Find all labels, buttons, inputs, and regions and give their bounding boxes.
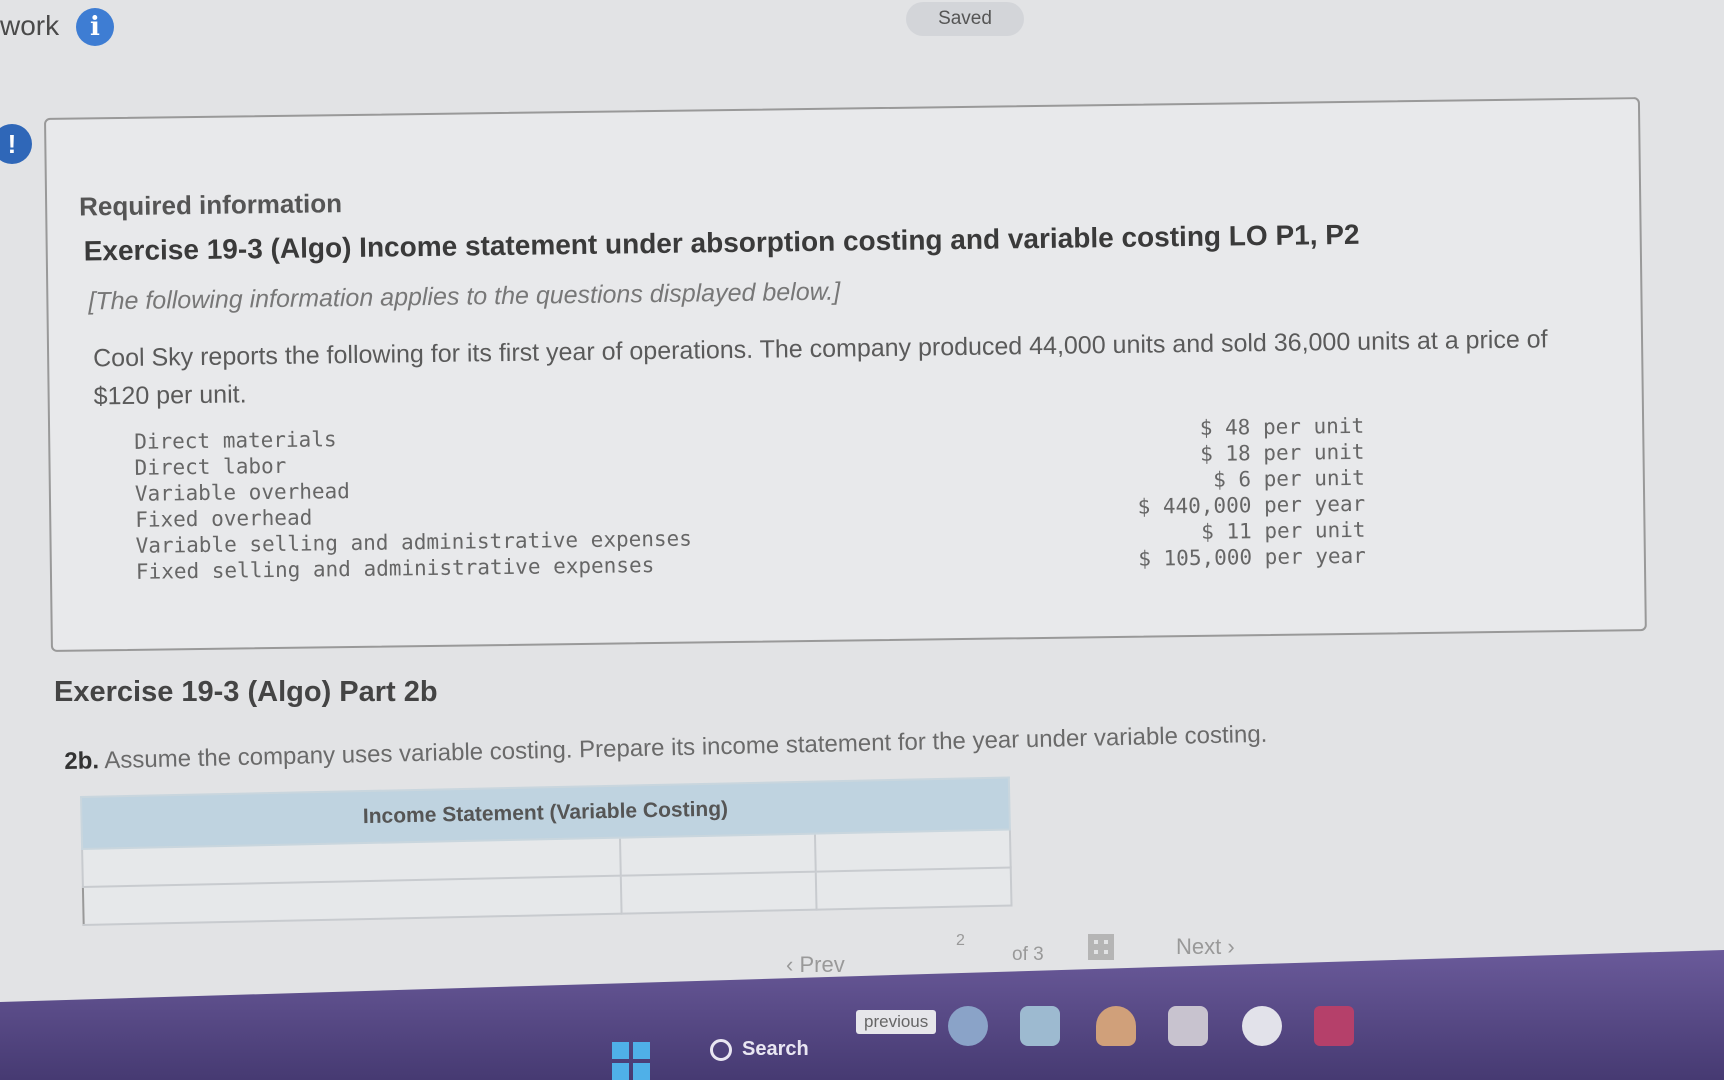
app-title: work: [0, 10, 60, 41]
part-title: Exercise 19-3 (Algo) Part 2b: [54, 676, 438, 708]
prev-label: Prev: [799, 952, 845, 977]
exercise-title: Exercise 19-3 (Algo) Income statement un…: [83, 218, 1360, 267]
question-body: Assume the company uses variable costing…: [104, 720, 1268, 775]
chevron-left-icon: ‹: [786, 952, 800, 977]
grid-icon[interactable]: [1088, 934, 1114, 960]
taskbar-app-icon[interactable]: [1314, 1006, 1354, 1046]
tooltip: previous: [856, 1010, 937, 1034]
cost-data-table: Direct materials $ 48 per unit Direct la…: [134, 413, 1366, 585]
info-icon[interactable]: i: [76, 8, 114, 46]
search-label: Search: [742, 1038, 809, 1060]
next-button[interactable]: Next ›: [1176, 934, 1235, 960]
cost-amount: $ 105,000 per year: [1138, 543, 1367, 571]
total-cell[interactable]: [815, 829, 1013, 872]
amount-input[interactable]: [622, 834, 818, 875]
chevron-right-icon: ›: [1221, 934, 1235, 959]
amount-cell[interactable]: [620, 833, 818, 876]
search-icon: [710, 1038, 732, 1061]
taskbar-app-icon[interactable]: [1096, 1006, 1136, 1046]
total-input[interactable]: [817, 830, 1013, 871]
top-bar: work i Saved: [0, 0, 1724, 60]
store-icon[interactable]: [1168, 1006, 1208, 1046]
amount-cell[interactable]: [621, 871, 817, 914]
page-count-label: of 3: [1012, 944, 1044, 965]
question-number: 2b.: [64, 747, 100, 775]
next-label: Next: [1176, 934, 1222, 959]
chrome-icon[interactable]: [1242, 1006, 1282, 1046]
prev-button[interactable]: ‹ Prev: [786, 952, 845, 978]
windows-start-icon[interactable]: [612, 1042, 650, 1080]
saved-status-badge: Saved: [906, 2, 1024, 36]
info-note: [The following information applies to th…: [88, 277, 841, 316]
alert-icon: !: [0, 124, 32, 164]
required-information-heading: Required information: [78, 188, 343, 222]
taskbar-search[interactable]: Search: [710, 1038, 809, 1061]
exercise-description: Cool Sky reports the following for its f…: [92, 325, 1548, 411]
taskbar-app-icon[interactable]: [948, 1006, 988, 1046]
total-cell[interactable]: [815, 867, 1012, 910]
current-page-number[interactable]: 2: [956, 932, 965, 950]
question-text: 2b. Assume the company uses variable cos…: [64, 721, 1268, 776]
required-information-box: Required information Exercise 19-3 (Algo…: [44, 97, 1647, 652]
file-explorer-icon[interactable]: [1020, 1006, 1060, 1046]
income-statement-table: Income Statement (Variable Costing): [80, 777, 1013, 926]
